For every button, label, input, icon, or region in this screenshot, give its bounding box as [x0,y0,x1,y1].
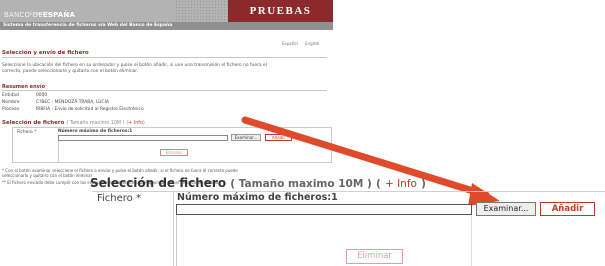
zoomed-remove-button[interactable]: Eliminar [346,249,403,264]
max-files-label: Número máximo de ficheros:1 [58,129,133,134]
zoomed-title: Selección de fichero [90,176,227,190]
banco-espana-logo: BANCO DEESPAÑA Eurosistema [4,2,94,19]
divider [2,57,327,58]
zoomed-add-button[interactable]: Añadir [540,202,595,216]
remove-button[interactable]: Eliminar [160,149,188,156]
logo-subtitle: Eurosistema [30,12,58,17]
system-title: Sistema de transferencia de ficheros vía… [0,22,333,30]
intro-text: Seleccione la ubicación del fichero en s… [2,63,267,68]
zoomed-size-note: ( Tamaño maximo 10M ) [230,178,372,190]
zoomed-fichero-label: Fichero * [97,193,141,204]
summary-label: Proceso [2,107,20,112]
zoomed-max-files-label: Número máximo de ficheros:1 [177,192,338,203]
summary-value: 0000 [36,93,48,98]
zoomed-file-selection-heading: Selección de fichero ( Tamaño maximo 10M… [90,176,426,190]
zoomed-info-paren-close: ) [421,178,426,190]
summary-label: Entidad [2,93,19,98]
file-selection-heading: Selección de fichero ( Tamaño maximo 10M… [2,120,145,126]
info-link[interactable]: + Info [128,121,143,126]
zoomed-browse-button[interactable]: Examinar... [476,202,536,216]
intro-text: correcto, puede seleccionarlo y quitarlo… [2,69,139,74]
zoomed-info-link[interactable]: + Info [385,178,417,190]
zoomed-info-paren-open: ( [375,178,381,190]
file-list-area [58,141,228,163]
browse-button[interactable]: Examinar... [231,134,261,141]
zoomed-file-path-input[interactable] [176,204,472,215]
divider [2,90,327,91]
header-dot-pattern [175,0,235,22]
size-note: ( Tamaño maximo 10M ) [66,121,125,126]
page-title: Selección y envío de fichero [2,50,89,56]
language-link-en[interactable]: English [305,41,319,46]
note-text: seleccionarlo y quitarlo con el botón el… [2,173,93,178]
info-paren-close: ) [142,121,145,126]
full-page-screenshot: BANCO DEESPAÑA Eurosistema PRUEBAS Siste… [0,0,333,190]
fichero-label: Fichero * [17,130,37,135]
summary-label: Nombre [2,100,20,105]
language-link-es[interactable]: Español [282,41,298,46]
file-selection-title: Selección de fichero [2,120,65,126]
add-button[interactable]: Añadir [265,134,292,141]
header-bar: BANCO DEESPAÑA Eurosistema PRUEBAS [0,0,333,22]
environment-badge: PRUEBAS [228,0,333,22]
summary-value: IRBFIA - Envío de solicitud al Registro … [36,107,144,112]
summary-value: C?BEC - MENDOZA TRABA, LUCIA [36,100,109,105]
zoomed-divider [92,191,605,192]
zoomed-file-list-area [176,215,472,266]
zoomed-column-divider [173,192,174,266]
